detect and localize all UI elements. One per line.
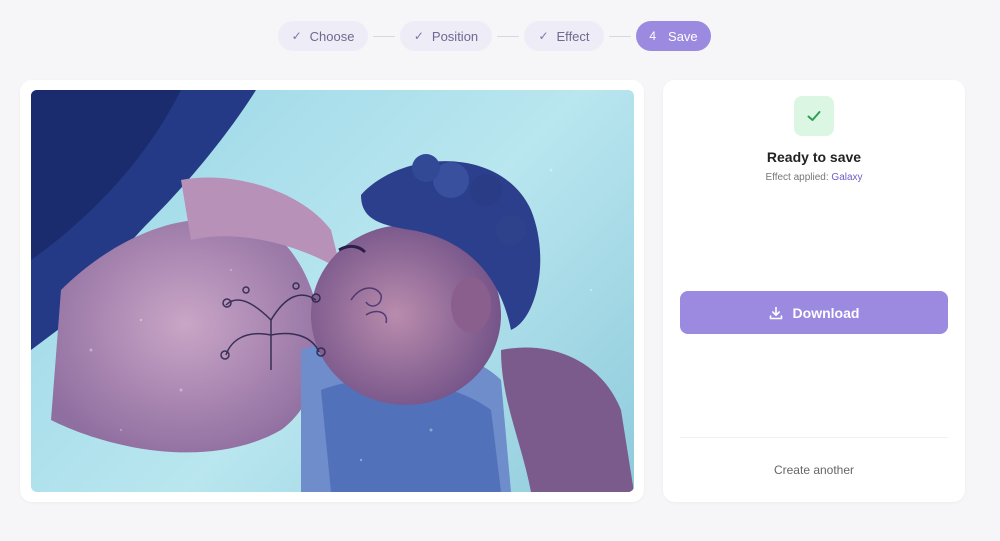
effect-name: Galaxy bbox=[831, 172, 863, 183]
step-connector bbox=[609, 35, 631, 37]
progress-stepper: ✓ Choose ✓ Position ✓ Effect 4 Save bbox=[278, 21, 711, 51]
step-effect-label: Effect bbox=[556, 28, 590, 44]
check-icon bbox=[807, 111, 821, 121]
check-icon: ✓ bbox=[413, 29, 424, 43]
step-effect[interactable]: ✓ Effect bbox=[524, 21, 604, 51]
create-another-link[interactable]: Create another bbox=[663, 463, 965, 477]
step-save[interactable]: 4 Save bbox=[636, 21, 711, 51]
preview-artwork bbox=[31, 90, 634, 492]
check-icon: ✓ bbox=[291, 29, 302, 43]
download-icon bbox=[769, 306, 782, 319]
step-connector bbox=[497, 35, 519, 37]
step-number: 4 bbox=[649, 29, 657, 43]
download-button[interactable]: Download bbox=[680, 291, 948, 334]
step-position-label: Position bbox=[431, 28, 479, 44]
step-connector bbox=[373, 35, 395, 37]
step-choose[interactable]: ✓ Choose bbox=[278, 21, 368, 51]
success-badge bbox=[794, 96, 834, 136]
step-save-label: Save bbox=[668, 28, 698, 44]
effect-prefix: Effect applied: bbox=[765, 172, 829, 183]
step-choose-label: Choose bbox=[309, 28, 355, 44]
divider bbox=[680, 437, 948, 438]
image-preview-card bbox=[20, 80, 644, 502]
effect-applied-text: Effect applied: Galaxy bbox=[663, 172, 965, 183]
save-panel: Ready to save Effect applied: Galaxy Dow… bbox=[663, 80, 965, 502]
ready-title: Ready to save bbox=[766, 149, 862, 165]
effect-preview-image bbox=[31, 90, 634, 492]
step-position[interactable]: ✓ Position bbox=[400, 21, 492, 51]
check-icon: ✓ bbox=[538, 29, 549, 43]
download-label: Download bbox=[792, 304, 860, 321]
